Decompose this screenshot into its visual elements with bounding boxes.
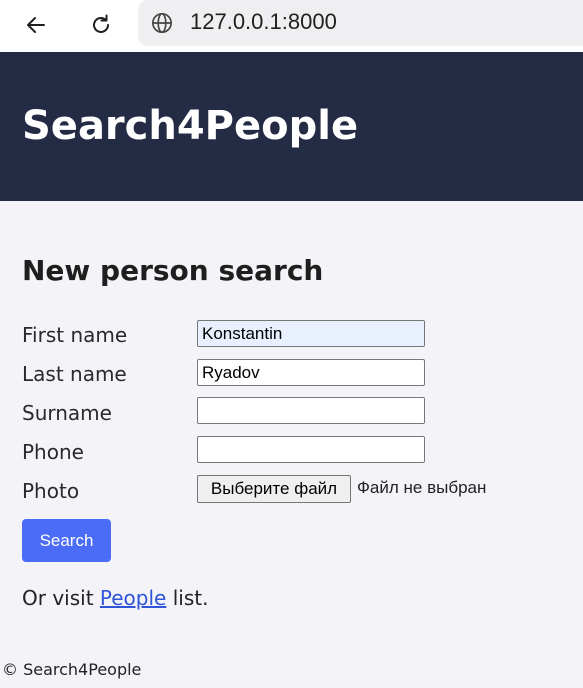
file-status-text: Файл не выбран [357, 478, 487, 497]
site-header: Search4People [0, 52, 583, 201]
phone-label: Phone [22, 440, 84, 464]
visit-line: Or visit People list. [22, 586, 208, 610]
page-heading: New person search [22, 254, 324, 287]
surname-input[interactable] [197, 397, 425, 424]
site-title: Search4People [22, 103, 359, 149]
last-name-label: Last name [22, 362, 127, 386]
choose-file-button[interactable]: Выберите файл [197, 475, 351, 503]
reload-button[interactable] [83, 7, 119, 43]
back-button[interactable] [18, 7, 54, 43]
browser-toolbar: 127.0.0.1:8000 [0, 0, 583, 52]
last-name-input[interactable] [197, 359, 425, 386]
address-bar[interactable]: 127.0.0.1:8000 [138, 0, 583, 46]
first-name-input[interactable] [197, 320, 425, 347]
photo-label: Photo [22, 479, 80, 503]
visit-suffix: list. [166, 586, 209, 610]
first-name-label: First name [22, 323, 128, 347]
surname-label: Surname [22, 401, 112, 425]
visit-prefix: Or visit [22, 586, 100, 610]
footer-text: © Search4People [2, 660, 142, 679]
phone-input[interactable] [197, 436, 425, 463]
arrow-left-icon [27, 17, 45, 33]
people-link[interactable]: People [100, 586, 166, 610]
search-button[interactable]: Search [22, 519, 111, 562]
reload-icon [93, 14, 109, 33]
url-text[interactable]: 127.0.0.1:8000 [190, 9, 337, 35]
globe-icon[interactable] [151, 12, 173, 34]
